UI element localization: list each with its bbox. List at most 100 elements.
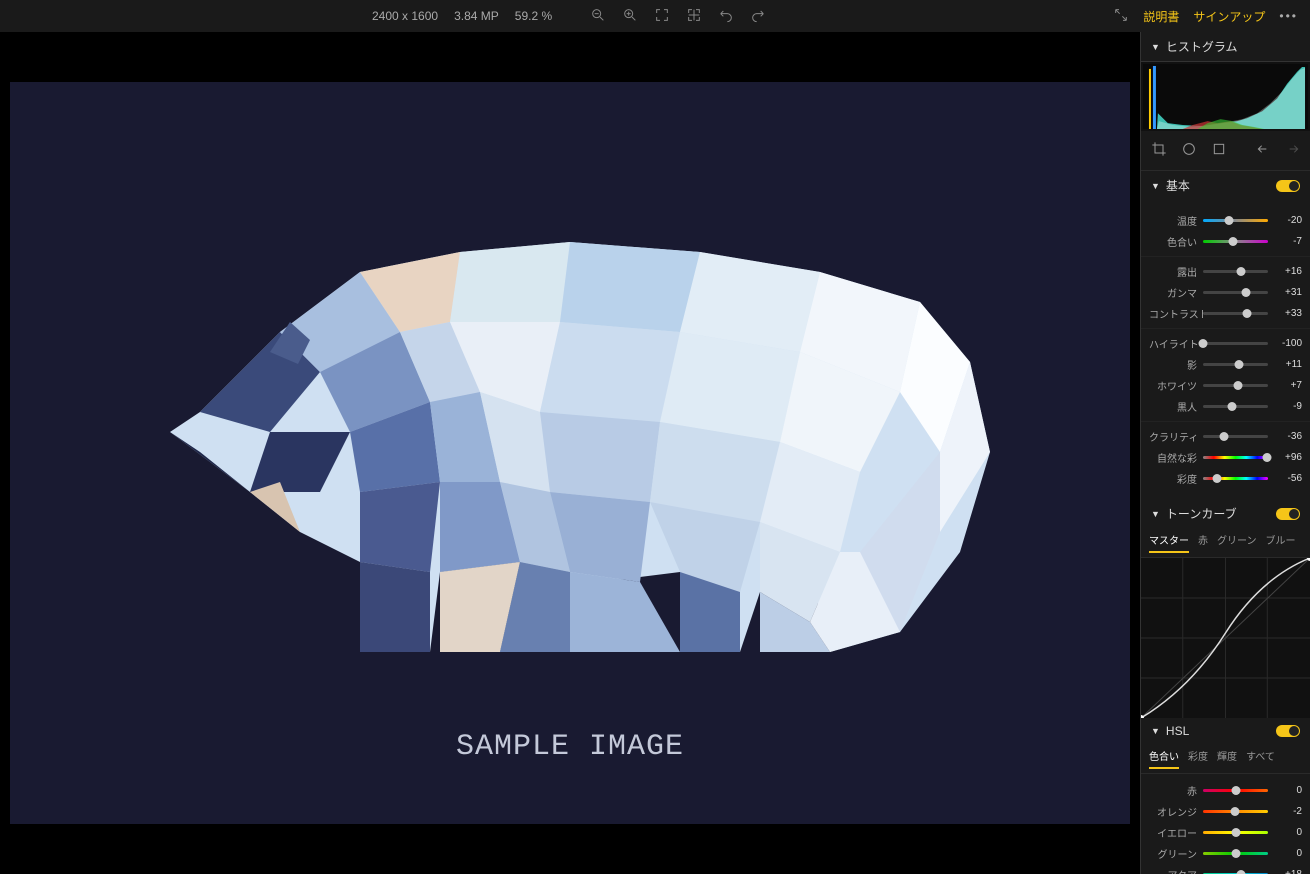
tab-赤[interactable]: 赤 <box>1198 532 1208 553</box>
slider-thumb[interactable] <box>1231 828 1240 837</box>
sidebar: ▼ ヒストグラム <box>1140 32 1310 874</box>
section-label: ヒストグラム <box>1166 38 1238 55</box>
slider-ガンマ: ガンマ+31 <box>1141 282 1310 303</box>
slider-track[interactable] <box>1203 789 1268 792</box>
slider-黒人: 黒人 -9 <box>1141 396 1310 417</box>
slider-track[interactable] <box>1203 810 1268 813</box>
slider-label: 自然な彩 <box>1149 450 1197 465</box>
slider-色合い: 色合い-7 <box>1141 231 1310 252</box>
toggle-hsl[interactable] <box>1276 725 1300 737</box>
slider-value: -36 <box>1274 431 1302 442</box>
section-tonecurve[interactable]: ▼ トーンカーブ <box>1141 499 1310 528</box>
slider-track[interactable] <box>1203 831 1268 834</box>
canvas-area[interactable]: SAMPLE IMAGE <box>0 32 1140 874</box>
slider-track[interactable] <box>1203 435 1268 438</box>
slider-thumb[interactable] <box>1225 216 1234 225</box>
slider-thumb[interactable] <box>1231 786 1240 795</box>
slider-thumb[interactable] <box>1234 381 1243 390</box>
toggle-basic[interactable] <box>1276 180 1300 192</box>
slider-track[interactable] <box>1203 312 1268 315</box>
slider-label: 露出 <box>1149 264 1197 279</box>
slider-label: 黒人 <box>1149 399 1197 414</box>
slider-label: グリーン <box>1149 846 1197 861</box>
slider-thumb[interactable] <box>1219 432 1228 441</box>
slider-track[interactable] <box>1203 270 1268 273</box>
tab-輝度[interactable]: 輝度 <box>1217 748 1237 769</box>
tab-ブルー[interactable]: ブルー <box>1266 532 1296 553</box>
slider-thumb[interactable] <box>1213 474 1222 483</box>
zoom-out-icon[interactable] <box>590 7 606 26</box>
slider-track[interactable] <box>1203 363 1268 366</box>
slider-影: 影 +11 <box>1141 354 1310 375</box>
section-hsl[interactable]: ▼ HSL <box>1141 718 1310 744</box>
slider-label: コントラスト <box>1149 306 1197 321</box>
tab-すべて[interactable]: すべて <box>1246 748 1275 769</box>
slider-track[interactable] <box>1203 219 1268 222</box>
redo-icon[interactable] <box>1285 141 1301 160</box>
slider-label: 温度 <box>1149 213 1197 228</box>
slider-track[interactable] <box>1203 405 1268 408</box>
tab-色合い[interactable]: 色合い <box>1149 748 1179 769</box>
crop-icon[interactable] <box>1151 141 1167 160</box>
slider-value: +11 <box>1274 359 1302 370</box>
manual-link[interactable]: 説明書 <box>1143 8 1179 25</box>
slider-label: 影 <box>1149 357 1197 372</box>
slider-thumb[interactable] <box>1236 267 1245 276</box>
section-histogram[interactable]: ▼ ヒストグラム <box>1141 32 1310 61</box>
circle-icon[interactable] <box>1181 141 1197 160</box>
chevron-down-icon: ▼ <box>1151 509 1160 519</box>
tab-グリーン[interactable]: グリーン <box>1217 532 1257 553</box>
slider-track[interactable] <box>1203 342 1268 345</box>
slider-label: クラリティ <box>1149 429 1197 444</box>
toggle-tonecurve[interactable] <box>1276 508 1300 520</box>
slider-value: 0 <box>1274 785 1302 796</box>
fit-screen-icon[interactable] <box>654 7 670 26</box>
image-dimensions: 2400 x 1600 <box>372 9 438 23</box>
section-basic[interactable]: ▼ 基本 <box>1141 171 1310 200</box>
section-label: HSL <box>1166 724 1189 738</box>
slider-thumb[interactable] <box>1231 849 1240 858</box>
slider-label: ホワイツ <box>1149 378 1197 393</box>
slider-thumb[interactable] <box>1262 453 1271 462</box>
slider-label: イエロー <box>1149 825 1197 840</box>
slider-track[interactable] <box>1203 456 1268 459</box>
more-menu-icon[interactable]: ••• <box>1279 9 1298 23</box>
undo-icon[interactable] <box>718 7 734 26</box>
slider-thumb[interactable] <box>1228 237 1237 246</box>
slider-label: 赤 <box>1149 783 1197 798</box>
slider-label: ガンマ <box>1149 285 1197 300</box>
slider-オレンジ: オレンジ-2 <box>1141 801 1310 822</box>
slider-label: 彩度 <box>1149 471 1197 486</box>
actual-size-icon[interactable] <box>686 7 702 26</box>
slider-value: 0 <box>1274 827 1302 838</box>
tab-彩度[interactable]: 彩度 <box>1188 748 1208 769</box>
slider-thumb[interactable] <box>1199 339 1208 348</box>
slider-thumb[interactable] <box>1241 288 1250 297</box>
slider-thumb[interactable] <box>1242 309 1251 318</box>
slider-コントラスト: コントラスト+33 <box>1141 303 1310 324</box>
slider-track[interactable] <box>1203 477 1268 480</box>
slider-thumb[interactable] <box>1228 402 1237 411</box>
tool-row <box>1141 131 1310 171</box>
slider-label: オレンジ <box>1149 804 1197 819</box>
slider-track[interactable] <box>1203 852 1268 855</box>
tab-マスター[interactable]: マスター <box>1149 532 1189 553</box>
tone-curve-graph[interactable] <box>1141 558 1310 718</box>
zoom-in-icon[interactable] <box>622 7 638 26</box>
slider-thumb[interactable] <box>1235 360 1244 369</box>
slider-thumb[interactable] <box>1237 870 1246 874</box>
slider-track[interactable] <box>1203 291 1268 294</box>
slider-track[interactable] <box>1203 240 1268 243</box>
slider-track[interactable] <box>1203 384 1268 387</box>
sample-text-label: SAMPLE IMAGE <box>456 730 684 764</box>
slider-赤: 赤0 <box>1141 780 1310 801</box>
slider-value: -100 <box>1274 338 1302 349</box>
signup-link[interactable]: サインアップ <box>1193 8 1265 25</box>
square-icon[interactable] <box>1211 141 1227 160</box>
undo-icon[interactable] <box>1255 141 1271 160</box>
redo-icon[interactable] <box>750 7 766 26</box>
fullscreen-icon[interactable] <box>1113 7 1129 26</box>
chevron-down-icon: ▼ <box>1151 181 1160 191</box>
slider-thumb[interactable] <box>1230 807 1239 816</box>
slider-value: -9 <box>1274 401 1302 412</box>
